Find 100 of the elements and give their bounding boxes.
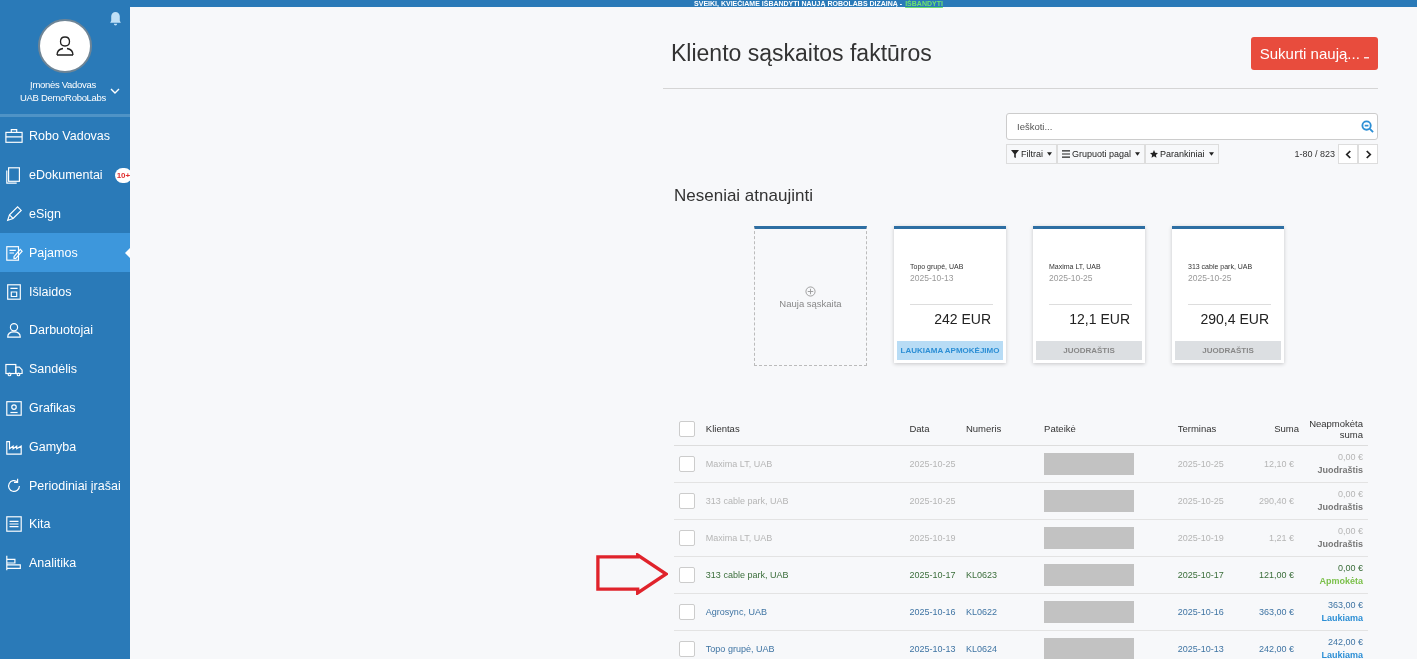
client-cell: 313 cable park, UAB (705, 496, 789, 506)
sidebar-item[interactable]: Išlaidos (0, 272, 130, 311)
avatar[interactable] (38, 19, 92, 73)
sidebar-item[interactable]: Periodiniai įrašai (0, 466, 130, 505)
due-date-cell: 2025-10-16 (1177, 607, 1224, 617)
chart-icon (5, 554, 23, 573)
sum-cell: 363,00 € (1259, 607, 1295, 617)
filter-dropdown[interactable]: Grupuoti pagal (1057, 144, 1146, 164)
due-date-cell: 2025-10-25 (1177, 459, 1224, 469)
row-checkbox[interactable] (679, 567, 695, 583)
column-header[interactable]: Data (909, 423, 966, 434)
status-label: Laukiama (1321, 612, 1363, 625)
new-invoice-label: Nauja sąskaita (779, 297, 842, 309)
sidebar-item[interactable]: Robo Vadovas (0, 117, 130, 156)
sum-cell: 242,00 € (1259, 644, 1295, 654)
status-label: Laukiama (1321, 649, 1363, 659)
chevron-down-icon[interactable] (110, 88, 120, 94)
status-label: JUODRAŠTIS (1175, 341, 1281, 360)
caret-icon (1135, 152, 1141, 156)
number-cell: KL0624 (965, 644, 997, 654)
filter-dropdown[interactable]: Filtrai (1006, 144, 1057, 164)
pager-range: 1-80 / 823 (1294, 149, 1335, 159)
pen-icon (5, 205, 23, 223)
new-invoice-card[interactable]: Nauja sąskaita (754, 226, 867, 366)
column-header[interactable]: Terminas (1177, 423, 1248, 434)
refresh-icon (5, 476, 23, 495)
chevron-right-icon (1364, 149, 1372, 159)
column-header[interactable]: Numeris (965, 423, 1045, 434)
unpaid-amount: 0,00 € (1337, 525, 1363, 538)
card-date: 2025-10-25 (1049, 273, 1094, 283)
card-amount: 290,4 EUR (1199, 311, 1269, 327)
unpaid-amount: 242,00 € (1327, 636, 1363, 649)
create-button[interactable]: Sukurti naują... (1250, 36, 1378, 70)
number-cell: KL0622 (965, 607, 997, 617)
due-date-cell: 2025-10-25 (1177, 496, 1224, 506)
date-cell: 2025-10-13 (909, 644, 956, 654)
card-amount: 12,1 EUR (1068, 311, 1130, 327)
user-role: Įmonės Vadovas (30, 78, 96, 91)
client-cell: 313 cable park, UAB (705, 570, 789, 580)
badge-icon (5, 398, 23, 417)
search-field[interactable]: Ieškoti... (1006, 113, 1378, 140)
tray-icon (5, 515, 23, 534)
column-header[interactable]: Pateikė (1044, 423, 1178, 434)
sum-cell: 290,40 € (1259, 496, 1295, 506)
column-header[interactable]: Suma (1247, 423, 1300, 434)
unpaid-amount: 0,00 € (1337, 451, 1363, 464)
docs-icon (5, 166, 23, 185)
row-checkbox[interactable] (679, 641, 695, 657)
status-label: Apmokėta (1319, 575, 1363, 588)
card-amount: 242 EUR (933, 311, 991, 327)
next-page-button[interactable] (1358, 144, 1378, 164)
status-label: Juodraštis (1317, 501, 1363, 514)
status-label: Juodraštis (1317, 538, 1363, 551)
status-label: Juodraštis (1317, 464, 1363, 477)
due-date-cell: 2025-10-17 (1177, 570, 1224, 580)
briefcase-icon (5, 127, 23, 146)
sidebar-item[interactable]: eSign (0, 194, 130, 234)
search-icon (1361, 120, 1374, 133)
page-title: Kliento sąskaitos faktūros (671, 39, 932, 67)
row-checkbox[interactable] (679, 493, 695, 509)
date-cell: 2025-10-19 (909, 533, 956, 543)
sidebar-item[interactable]: Gamyba (0, 427, 130, 467)
sum-cell: 1,21 € (1269, 533, 1295, 543)
receipt-icon (5, 282, 23, 301)
sidebar-item[interactable]: Analitika (0, 543, 130, 583)
chevron-left-icon (1344, 149, 1352, 159)
list-icon (1062, 150, 1070, 158)
funnel-icon (1011, 150, 1019, 158)
card-date: 2025-10-25 (1188, 273, 1233, 283)
card-date: 2025-10-13 (910, 273, 955, 283)
caret-icon (1047, 152, 1052, 156)
date-cell: 2025-10-16 (909, 607, 956, 617)
star-icon (1150, 150, 1159, 158)
row-checkbox[interactable] (679, 456, 695, 472)
plus-circle-icon (805, 285, 816, 297)
bell-icon[interactable] (109, 11, 122, 26)
column-header[interactable]: Neapmokėta suma (1299, 417, 1363, 440)
due-date-cell: 2025-10-19 (1177, 533, 1224, 543)
number-cell: KL0623 (965, 570, 997, 580)
previous-page-button[interactable] (1338, 144, 1358, 164)
client-cell: Topo grupė, UAB (705, 644, 775, 654)
select-all-checkbox[interactable] (679, 420, 695, 437)
column-header[interactable]: Klientas (705, 423, 910, 434)
unpaid-amount: 363,00 € (1327, 599, 1363, 612)
section-title: Neseniai atnaujinti (674, 186, 814, 206)
sidebar-item[interactable]: Grafikas (0, 388, 130, 428)
sidebar-item[interactable]: Darbuotojai (0, 311, 130, 350)
sidebar-item[interactable]: Sandėlis (0, 349, 130, 389)
status-label: JUODRAŠTIS (1036, 341, 1142, 360)
row-checkbox[interactable] (679, 530, 695, 546)
person-icon (53, 34, 77, 58)
row-checkbox[interactable] (679, 604, 695, 620)
filter-dropdown[interactable]: Parankiniai (1145, 144, 1219, 164)
unpaid-amount: 0,00 € (1337, 562, 1363, 575)
person-icon (5, 321, 23, 340)
unpaid-amount: 0,00 € (1337, 488, 1363, 501)
sidebar-item[interactable]: Pajamos (0, 233, 130, 273)
date-cell: 2025-10-17 (909, 570, 956, 580)
sidebar-item[interactable]: Kita (0, 504, 130, 544)
due-date-cell: 2025-10-13 (1177, 644, 1224, 654)
